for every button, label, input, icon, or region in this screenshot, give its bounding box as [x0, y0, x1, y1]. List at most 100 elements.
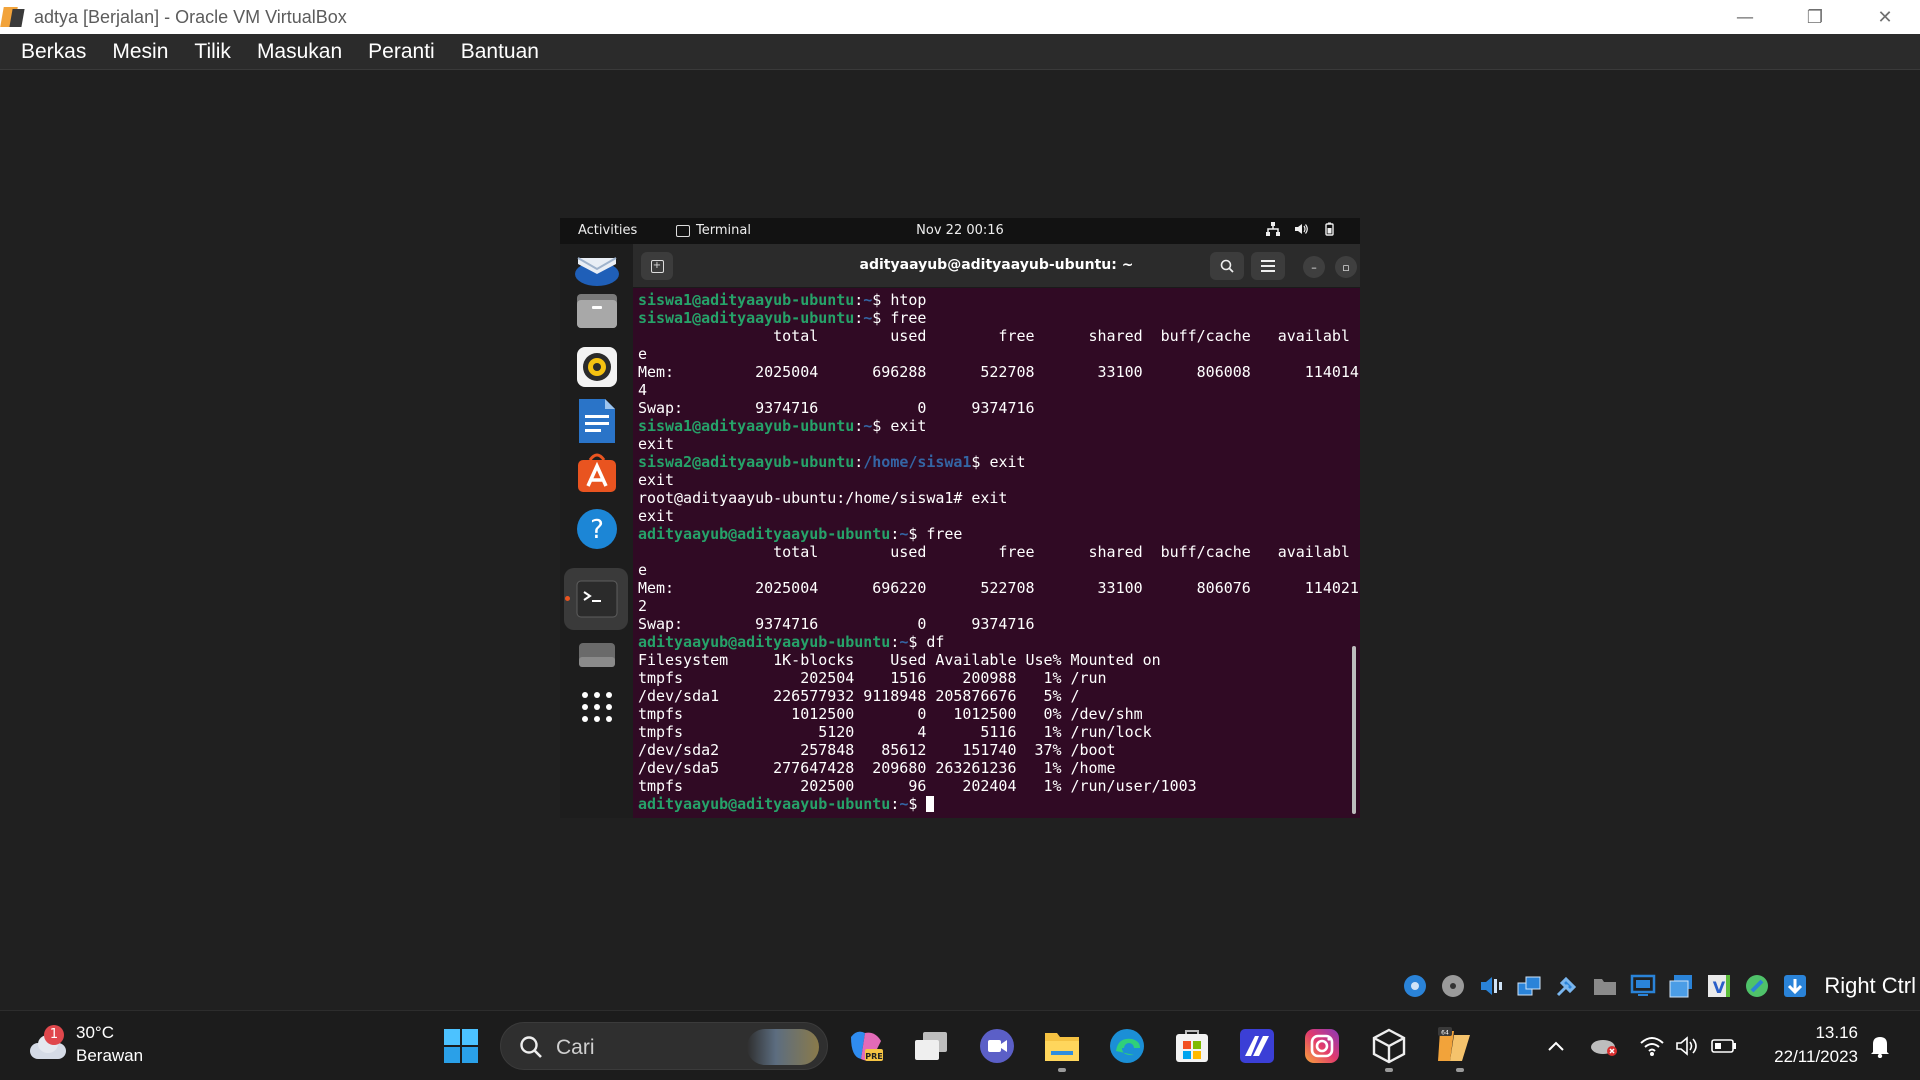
- copilot-icon[interactable]: PRE: [845, 1025, 887, 1067]
- audio-icon[interactable]: [1476, 971, 1506, 1001]
- chevron-up-icon: [1548, 1041, 1564, 1051]
- date-label: 22/11/2023: [1774, 1047, 1858, 1066]
- help-icon[interactable]: ?: [574, 506, 620, 552]
- keyboard-icon[interactable]: [1780, 971, 1810, 1001]
- terminal-line: Mem: 2025004 696288 522708 33100 806008 …: [638, 363, 1360, 381]
- rhythmbox-icon[interactable]: [574, 344, 620, 390]
- show-hidden-icons-button[interactable]: [1538, 1025, 1574, 1067]
- menu-masukan[interactable]: Masukan: [244, 40, 355, 64]
- terminal-text: :: [890, 525, 900, 543]
- show-apps-icon[interactable]: [574, 684, 620, 730]
- terminal-menu-button[interactable]: [1251, 252, 1285, 280]
- thunderbird-icon[interactable]: [574, 246, 620, 292]
- network-icon[interactable]: [1514, 971, 1544, 1001]
- terminal-text: Mem: 2025004 696288 522708 33100 806008 …: [638, 363, 1359, 381]
- terminal-line: root@adityaayub-ubuntu:/home/siswa1# exi…: [638, 489, 1360, 507]
- app-center-icon[interactable]: [574, 450, 620, 496]
- terminal-text: $ free: [908, 525, 963, 543]
- vm-state-icon[interactable]: V: [1704, 971, 1734, 1001]
- terminal-text: /dev/sda5 277647428 209680 263261236 1% …: [638, 759, 1116, 777]
- gnome-clock[interactable]: Nov 22 00:16: [560, 223, 1360, 238]
- display-icon[interactable]: [1628, 971, 1658, 1001]
- optical-drive-icon[interactable]: [1438, 971, 1468, 1001]
- close-button[interactable]: ✕: [1850, 0, 1920, 34]
- terminal-line: Swap: 9374716 0 9374716: [638, 399, 1360, 417]
- hard-disk-icon[interactable]: [1400, 971, 1430, 1001]
- terminal-text: siswa1@adityaayub-ubuntu: [638, 291, 855, 309]
- terminal-text: adityaayub@adityaayub-ubuntu: [638, 795, 891, 813]
- search-icon: [1220, 259, 1234, 273]
- notification-bell-icon[interactable]: [1862, 1025, 1898, 1067]
- terminal-scrollbar[interactable]: [1352, 646, 1356, 814]
- shared-folders-icon[interactable]: [1590, 971, 1620, 1001]
- recording-icon[interactable]: [1666, 971, 1696, 1001]
- menu-bantuan[interactable]: Bantuan: [448, 40, 552, 64]
- terminal-minimize-button[interactable]: –: [1303, 256, 1325, 278]
- windows-taskbar: 1 30°C Berawan Cari PRE 64 13.16 22/11/2…: [0, 1010, 1920, 1080]
- terminal-text: tmpfs 5120 4 5116 1% /run/lock: [638, 723, 1152, 741]
- virtualbox-taskbar-icon[interactable]: 64: [1434, 1025, 1476, 1067]
- instagram-icon[interactable]: [1301, 1025, 1343, 1067]
- terminal-line: tmpfs 202504 1516 200988 1% /run: [638, 669, 1360, 687]
- menu-peranti[interactable]: Peranti: [355, 40, 448, 64]
- drive-icon[interactable]: [574, 632, 620, 678]
- terminal-maximize-button[interactable]: ▫: [1335, 256, 1357, 278]
- weather-temp: 30°C: [76, 1023, 114, 1042]
- task-view-icon[interactable]: [910, 1025, 952, 1067]
- terminal-output[interactable]: siswa1@adityaayub-ubuntu:~$ htop siswa1@a…: [633, 288, 1360, 818]
- battery-tray-icon[interactable]: [1706, 1025, 1742, 1067]
- menu-tilik[interactable]: Tilik: [181, 40, 244, 64]
- terminal-line: exit: [638, 471, 1360, 489]
- minimize-button[interactable]: —: [1710, 0, 1780, 34]
- terminal-text: e: [638, 561, 648, 579]
- app-a-icon[interactable]: [1236, 1025, 1278, 1067]
- terminal-line: adityaayub@adityaayub-ubuntu:~$ df: [638, 633, 1360, 651]
- terminal-line: tmpfs 5120 4 5116 1% /run/lock: [638, 723, 1360, 741]
- terminal-text: adityaayub@adityaayub-ubuntu: [638, 633, 891, 651]
- terminal-cursor: [926, 796, 935, 812]
- weather-condition: Berawan: [76, 1046, 144, 1065]
- writer-icon[interactable]: [574, 398, 620, 444]
- terminal-text: Swap: 9374716 0 9374716: [638, 615, 1035, 633]
- cloud-icon: 1: [28, 1024, 68, 1061]
- terminal-line: adityaayub@adityaayub-ubuntu:~$: [638, 795, 1360, 813]
- menu-mesin[interactable]: Mesin: [99, 40, 181, 64]
- search-label: Cari: [556, 1036, 595, 1059]
- terminal-text: /dev/sda2 257848 85612 151740 37% /boot: [638, 741, 1116, 759]
- terminal-icon[interactable]: [574, 576, 620, 622]
- files-icon[interactable]: [574, 288, 620, 334]
- window-title: adtya [Berjalan] - Oracle VM VirtualBox: [34, 6, 347, 27]
- terminal-line: tmpfs 202500 96 202404 1% /run/user/1003: [638, 777, 1360, 795]
- vm-display[interactable]: Activities Terminal Nov 22 00:16 ? + adi…: [560, 218, 1360, 818]
- store-icon[interactable]: [1171, 1025, 1213, 1067]
- terminal-text: Filesystem 1K-blocks Used Available Use%…: [638, 651, 1161, 669]
- restore-button[interactable]: ❐: [1780, 0, 1850, 34]
- terminal-text: exit: [638, 435, 675, 453]
- gnome-system-tray[interactable]: [1266, 222, 1336, 236]
- terminal-text: :: [890, 795, 900, 813]
- terminal-search-button[interactable]: [1210, 252, 1244, 280]
- meet-icon[interactable]: [976, 1025, 1018, 1067]
- usb-icon[interactable]: [1552, 971, 1582, 1001]
- terminal-text: root@adityaayub-ubuntu:/home/siswa1# exi…: [638, 489, 1008, 507]
- mouse-integration-icon[interactable]: [1742, 971, 1772, 1001]
- wifi-icon[interactable]: [1634, 1025, 1670, 1067]
- start-button[interactable]: [440, 1025, 482, 1067]
- weather-widget[interactable]: 1 30°C Berawan: [28, 1023, 143, 1066]
- edge-icon[interactable]: [1106, 1025, 1148, 1067]
- 3d-box-icon[interactable]: [1368, 1025, 1410, 1067]
- terminal-text: $ free: [872, 309, 927, 327]
- speaker-icon[interactable]: [1670, 1025, 1706, 1067]
- terminal-line: tmpfs 1012500 0 1012500 0% /dev/shm: [638, 705, 1360, 723]
- onedrive-error-icon[interactable]: [1586, 1025, 1622, 1067]
- window-title-bar: adtya [Berjalan] - Oracle VM VirtualBox …: [0, 0, 1920, 34]
- taskbar-search[interactable]: Cari: [500, 1022, 828, 1070]
- menu-berkas[interactable]: Berkas: [8, 40, 99, 64]
- terminal-line: 2: [638, 597, 1360, 615]
- menu-bar: Berkas Mesin Tilik Masukan Peranti Bantu…: [0, 34, 1920, 70]
- volume-icon: [1294, 222, 1308, 236]
- file-explorer-icon[interactable]: [1041, 1025, 1083, 1067]
- taskbar-clock[interactable]: 13.16 22/11/2023: [1758, 1021, 1858, 1069]
- terminal-text: tmpfs 202500 96 202404 1% /run/user/1003: [638, 777, 1197, 795]
- svg-text:PRE: PRE: [865, 1052, 883, 1061]
